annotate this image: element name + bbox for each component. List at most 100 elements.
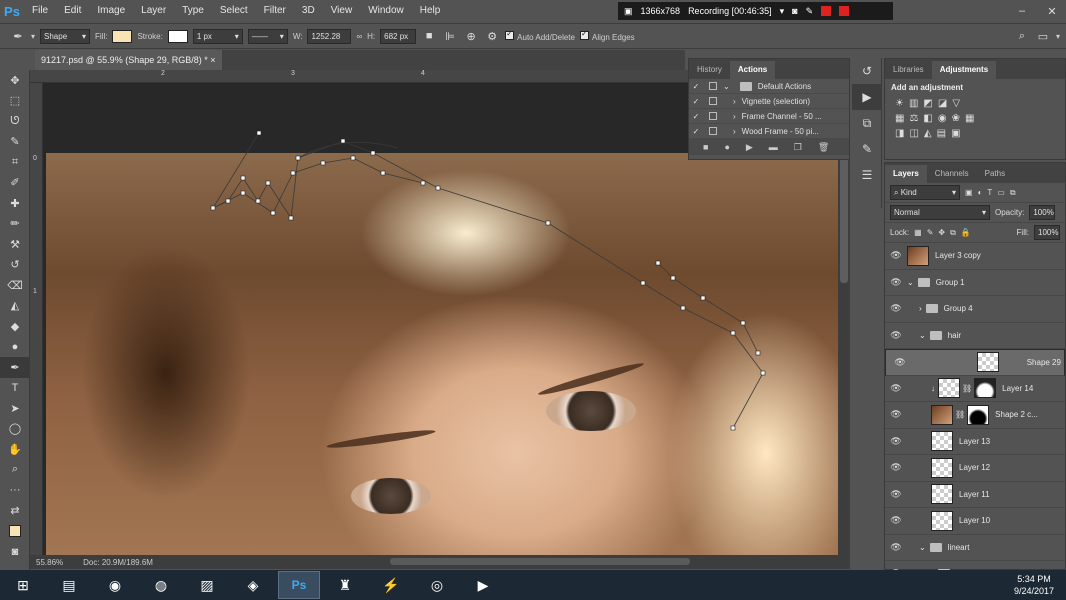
gear-icon[interactable]: ⚙	[484, 28, 500, 44]
chrome-icon[interactable]: ◉	[94, 571, 136, 599]
layer-group-row[interactable]: 👁 › Group 4	[885, 296, 1065, 323]
lock-all-icon[interactable]: 🔒	[961, 228, 971, 237]
play-icon[interactable]: ▶	[746, 142, 753, 153]
path-anchor-point[interactable]	[760, 370, 766, 376]
menu-file[interactable]: File	[24, 0, 56, 22]
black-white-icon[interactable]: ◧	[923, 113, 932, 124]
lock-transparent-icon[interactable]: ▦	[914, 228, 922, 237]
mode-select[interactable]: Shape ▾	[40, 28, 91, 44]
action-item[interactable]: ✓ ⌄ Default Actions	[689, 79, 849, 94]
media-player-icon[interactable]: ▶	[462, 571, 504, 599]
hue-sat-icon[interactable]: ▦	[895, 113, 904, 124]
brush-tool-icon[interactable]: ✏	[0, 214, 30, 235]
layer-row[interactable]: 👁 Layer 12	[885, 455, 1065, 482]
zoom-tool-icon[interactable]: ⌕	[0, 460, 30, 481]
path-alignment-icon[interactable]: ⊫	[442, 28, 458, 44]
fill-swatch[interactable]	[112, 29, 133, 43]
layer-row[interactable]: 👁 ↓ ⛓ Layer 14	[885, 376, 1065, 402]
tab-adjustments[interactable]: Adjustments	[931, 61, 997, 79]
path-anchor-point[interactable]	[255, 198, 261, 204]
healing-brush-icon[interactable]: ✚	[0, 193, 30, 214]
layer-row[interactable]: 👁 Layer 3 copy	[885, 243, 1065, 270]
visibility-eye-icon[interactable]: 👁	[885, 436, 907, 447]
blur-tool-icon[interactable]: ◆	[0, 316, 30, 337]
invert-icon[interactable]: ◨	[895, 128, 904, 139]
exposure-icon[interactable]: ◪	[938, 98, 947, 109]
visibility-eye-icon[interactable]: 👁	[885, 462, 907, 473]
properties-icon[interactable]: ☰	[852, 162, 882, 188]
path-anchor-point[interactable]	[350, 155, 356, 161]
new-action-icon[interactable]: ❐	[794, 142, 802, 153]
tab-channels[interactable]: Channels	[927, 165, 977, 183]
expand-icon[interactable]: ›	[733, 127, 736, 136]
dropdown-icon[interactable]: ▾	[780, 6, 785, 17]
move-tool-icon[interactable]: ✥	[0, 70, 30, 91]
expand-arrow-icon[interactable]: ⌄	[919, 543, 926, 552]
app-icon[interactable]: ◈	[232, 571, 274, 599]
path-anchor-point[interactable]	[340, 138, 346, 144]
firefox-icon[interactable]: ◍	[140, 571, 182, 599]
layer-row[interactable]: 👁 Layer 11	[885, 482, 1065, 508]
link-icon[interactable]: ∞	[356, 32, 362, 41]
photoshop-taskbar-icon[interactable]: Ps	[278, 571, 320, 599]
close-button[interactable]: ✕	[1040, 0, 1064, 22]
layer-thumbnail[interactable]	[931, 484, 953, 505]
marquee-tool-icon[interactable]: ⬚	[0, 91, 30, 112]
dialog-toggle-icon[interactable]	[709, 97, 717, 105]
menu-edit[interactable]: Edit	[56, 0, 89, 22]
visibility-eye-icon[interactable]: 👁	[885, 515, 907, 526]
recorder-icon[interactable]: ◎	[416, 571, 458, 599]
workspace-icon[interactable]: ▭	[1035, 28, 1051, 44]
stroke-type-select[interactable]: —— ▾	[247, 28, 288, 44]
check-icon[interactable]: ✓	[689, 97, 703, 106]
stop-icon[interactable]: ■	[703, 142, 708, 152]
type-filter-icon[interactable]: T	[987, 188, 992, 197]
curves-icon[interactable]: ◩	[923, 98, 932, 109]
kind-filter-select[interactable]: ⌕ Kind ▾	[890, 185, 960, 200]
path-operations-icon[interactable]: ■	[421, 28, 437, 44]
layer-row[interactable]: 👁 Layer 13	[885, 429, 1065, 455]
layer-group-row[interactable]: 👁 ⌄ lineart	[885, 535, 1065, 561]
path-anchor-point[interactable]	[225, 198, 231, 204]
tool-preset-arrow[interactable]: ▾	[31, 32, 35, 41]
ellipse-tool-icon[interactable]: ◯	[0, 419, 30, 440]
camera-icon[interactable]: ◙	[792, 6, 797, 16]
record-icon[interactable]: ●	[724, 142, 729, 152]
menu-layer[interactable]: Layer	[133, 0, 174, 22]
dialog-toggle-icon[interactable]	[709, 112, 717, 120]
blend-mode-select[interactable]: Normal ▾	[890, 205, 990, 220]
zoom-level[interactable]: 55.86%	[36, 558, 63, 567]
doc-size[interactable]: Doc: 20.9M/189.6M	[83, 558, 153, 567]
layer-mask-thumbnail[interactable]	[967, 404, 990, 425]
pencil-icon[interactable]: ✎	[806, 6, 814, 17]
action-item[interactable]: ✓ › Vignette (selection)	[689, 94, 849, 109]
trash-icon[interactable]: 🗑	[818, 142, 829, 153]
tab-history[interactable]: History	[689, 61, 730, 79]
path-anchor-point[interactable]	[435, 185, 441, 191]
path-anchor-point[interactable]	[730, 330, 736, 336]
horizontal-scrollbar[interactable]	[390, 558, 690, 565]
lock-artboard-icon[interactable]: ⧉	[950, 228, 956, 238]
dialog-toggle-icon[interactable]	[709, 82, 717, 90]
expand-arrow-icon[interactable]: ⌄	[919, 331, 926, 340]
menu-view[interactable]: View	[323, 0, 361, 22]
paint-bucket-icon[interactable]: ◭	[0, 296, 30, 317]
threshold-icon[interactable]: ◭	[924, 128, 932, 139]
expand-icon[interactable]: ›	[733, 97, 736, 106]
type-tool-icon[interactable]: T	[0, 378, 30, 399]
expand-arrow-icon[interactable]: ⌄	[907, 278, 914, 287]
path-anchor-point[interactable]	[700, 295, 706, 301]
menu-help[interactable]: Help	[412, 0, 449, 22]
layer-thumbnail[interactable]	[931, 457, 953, 478]
path-anchor-point[interactable]	[256, 130, 262, 136]
menu-type[interactable]: Type	[174, 0, 212, 22]
eyedropper-icon[interactable]: ✐	[0, 173, 30, 194]
actions-icon[interactable]: ▶	[852, 84, 882, 110]
expand-icon[interactable]: ⌄	[723, 82, 730, 91]
document-tab[interactable]: 91217.psd @ 55.9% (Shape 29, RGB/8) * ×	[35, 50, 222, 70]
posterize-icon[interactable]: ◫	[909, 128, 918, 139]
layer-thumbnail[interactable]	[938, 378, 960, 399]
expand-icon[interactable]: ›	[733, 112, 736, 121]
action-item[interactable]: ✓ › Frame Channel - 50 ...	[689, 109, 849, 124]
smart-filter-icon[interactable]: ⧉	[1010, 188, 1016, 198]
